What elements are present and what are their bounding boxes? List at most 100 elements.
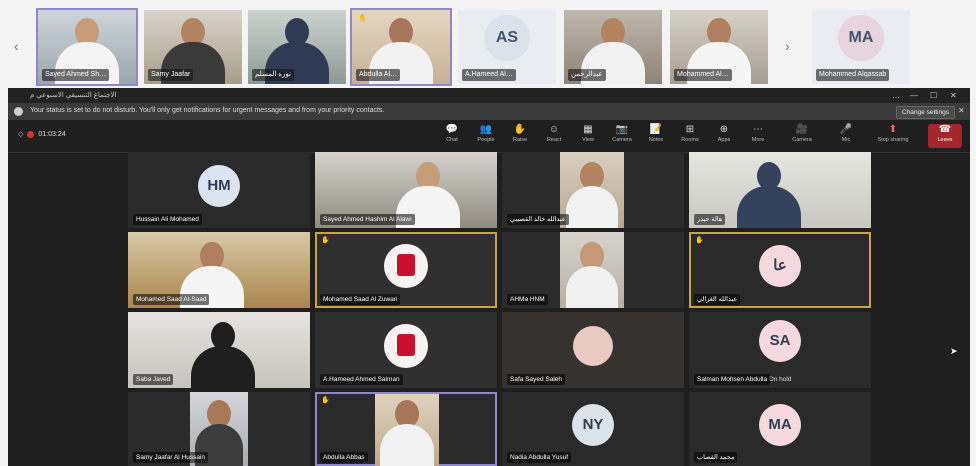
recording-icon xyxy=(27,130,35,138)
share-icon: ⬆ xyxy=(888,124,898,135)
avatar: NY xyxy=(572,404,614,447)
video-tile[interactable]: NY Nadia Abdulla Yusuf xyxy=(502,392,684,466)
minimize-icon[interactable]: — xyxy=(910,91,918,100)
organization-logo-icon xyxy=(384,244,428,289)
video-tile[interactable]: ✋ Mohamed Saad Al Zuwari xyxy=(315,232,497,308)
video-tile[interactable]: MA محمد القصاب xyxy=(689,392,871,466)
participant-name: Abdulla Abbas xyxy=(320,452,368,463)
strip-thumb[interactable]: Sayed Ahmed Sh… xyxy=(36,8,138,86)
meeting-timer: ◇ 01:03:24 xyxy=(18,130,66,138)
chat-icon: 💬 xyxy=(445,124,459,135)
strip-thumb[interactable]: Mohammed Al… xyxy=(670,10,768,84)
more-button[interactable]: ⋯ More xyxy=(742,124,774,148)
avatar: SA xyxy=(759,319,801,362)
view-button[interactable]: ▦ View xyxy=(572,124,604,148)
video-tile[interactable]: ✋ Abdulla Abbas xyxy=(315,392,497,466)
avatar-photo xyxy=(573,326,613,367)
avatar: MA xyxy=(838,15,884,61)
notes-button[interactable]: 📝 Notes xyxy=(640,124,672,148)
strip-thumb[interactable]: Samy Jaafar xyxy=(144,10,242,84)
grid-view-icon: ▦ xyxy=(583,124,593,135)
participant-name: Hussain Ali Mohamed xyxy=(133,214,202,225)
more-icon[interactable]: … xyxy=(892,91,900,100)
strip-next-arrow-icon[interactable]: › xyxy=(785,38,790,54)
window-title: الاجتماع التنسيقي الاسبوعي م xyxy=(30,92,117,99)
participant-name: Mohamed Saad Al-Saad xyxy=(133,294,210,305)
participant-name: عبدالله خالد القصيبي xyxy=(507,214,569,225)
smiley-icon: ☺ xyxy=(548,124,560,135)
strip-thumb[interactable]: عبدالرحمن xyxy=(564,10,662,84)
chat-button[interactable]: 💬 Chat xyxy=(436,124,468,148)
close-window-icon[interactable]: ✕ xyxy=(950,91,957,100)
stop-sharing-button[interactable]: ⬆ Stop sharing xyxy=(874,124,912,148)
dnd-banner: Your status is set to do not disturb. Yo… xyxy=(8,103,970,120)
video-tile[interactable]: Safa Sayed Saleh xyxy=(502,312,684,388)
people-button[interactable]: 👥 People xyxy=(470,124,502,148)
people-icon: 👥 xyxy=(479,124,493,135)
video-tile[interactable]: A.Hameed Ahmed Salman xyxy=(315,312,497,388)
leave-button[interactable]: ☎ Leave xyxy=(928,124,962,148)
video-tile[interactable]: هالة حيدر xyxy=(689,152,871,228)
mic-toggle-button[interactable]: 🎤 Mic xyxy=(830,124,862,148)
strip-thumb-name: Sayed Ahmed Sh… xyxy=(42,69,110,81)
video-tile[interactable]: Samy Jaafar Al Hussain xyxy=(128,392,310,466)
microphone-icon: 🎤 xyxy=(839,124,853,135)
raise-hand-button[interactable]: ✋ Raise xyxy=(504,124,536,148)
video-camera-icon: 🎥 xyxy=(795,124,809,135)
participant-name: Saba Javed xyxy=(133,374,174,385)
participant-name: Safa Sayed Saleh xyxy=(507,374,566,385)
meeting-toolbar: ◇ 01:03:24 💬 Chat 👥 People ✋ Raise ☺ React ▦ V… xyxy=(8,120,970,153)
react-button[interactable]: ☺ React xyxy=(538,124,570,148)
raised-hand-icon: ✋ xyxy=(321,397,330,404)
meeting-window: الاجتماع التنسيقي الاسبوعي م … — ☐ ✕ You… xyxy=(8,88,970,466)
strip-thumb[interactable]: نوره المسلم xyxy=(248,10,346,84)
strip-thumb-name: Mohammed Alqassab xyxy=(816,69,890,81)
strip-thumb[interactable]: ✋ Abdulla Al… xyxy=(350,8,452,86)
participant-strip: ‹ Sayed Ahmed Sh… Samy Jaafar نوره المسل… xyxy=(0,0,976,86)
strip-prev-arrow-icon[interactable]: ‹ xyxy=(14,38,19,54)
video-grid: HM Hussain Ali Mohamed Sayed Ahmed Hashi… xyxy=(8,152,970,466)
video-tile[interactable]: ✋ عا عبدالله الغزالي xyxy=(689,232,871,308)
rooms-button[interactable]: ⊞ Rooms xyxy=(674,124,706,148)
organization-logo-icon xyxy=(384,324,428,369)
apps-button[interactable]: ⊕ Apps xyxy=(708,124,740,148)
info-icon xyxy=(14,107,23,116)
camera-icon: 📷 xyxy=(615,124,629,135)
title-bar: الاجتماع التنسيقي الاسبوعي م … — ☐ ✕ xyxy=(8,88,970,103)
video-tile[interactable]: HM Hussain Ali Mohamed xyxy=(128,152,310,228)
participant-name: Nadia Abdulla Yusuf xyxy=(507,452,572,463)
video-tile[interactable]: Mohamed Saad Al-Saad xyxy=(128,232,310,308)
avatar: MA xyxy=(759,404,801,447)
participant-name: Mohamed Saad Al Zuwari xyxy=(320,294,401,305)
strip-thumb-name: Samy Jaafar xyxy=(148,69,194,81)
apps-icon: ⊕ xyxy=(719,124,729,135)
rooms-icon: ⊞ xyxy=(685,124,695,135)
on-hold-status: On hold xyxy=(768,376,792,383)
camera-toggle-button[interactable]: 🎥 Camera xyxy=(786,124,818,148)
banner-text: Your status is set to do not disturb. Yo… xyxy=(30,107,385,114)
participant-name: Sayed Ahmed Hashim Al Alawi xyxy=(320,214,415,225)
participant-name: عبدالله الغزالي xyxy=(694,294,741,305)
avatar: AS xyxy=(484,15,530,61)
strip-thumb[interactable]: MA Mohammed Alqassab xyxy=(812,10,910,84)
video-tile[interactable]: AHMa HNM xyxy=(502,232,684,308)
participant-name: Samy Jaafar Al Hussain xyxy=(133,452,209,463)
raised-hand-icon: ✋ xyxy=(695,237,704,244)
camera-effects-button[interactable]: 📷 Camera xyxy=(606,124,638,148)
maximize-icon[interactable]: ☐ xyxy=(930,91,937,100)
close-banner-icon[interactable]: ✕ xyxy=(958,106,965,115)
change-settings-button[interactable]: Change settings xyxy=(896,106,955,119)
participant-name: Salman Mohsen Abdulla xyxy=(694,374,771,385)
strip-thumb[interactable]: AS A.Hameed Al… xyxy=(458,10,556,84)
participant-name: A.Hameed Ahmed Salman xyxy=(320,374,403,385)
phone-hangup-icon: ☎ xyxy=(938,124,952,135)
video-tile[interactable]: Sayed Ahmed Hashim Al Alawi xyxy=(315,152,497,228)
more-icon: ⋯ xyxy=(753,124,763,135)
mouse-cursor-icon: ➤ xyxy=(950,346,958,356)
avatar: HM xyxy=(198,165,240,208)
avatar: عا xyxy=(759,245,801,288)
video-tile[interactable]: عبدالله خالد القصيبي xyxy=(502,152,684,228)
video-tile[interactable]: Saba Javed xyxy=(128,312,310,388)
shield-icon: ◇ xyxy=(18,131,24,138)
video-tile[interactable]: SA On hold Salman Mohsen Abdulla xyxy=(689,312,871,388)
